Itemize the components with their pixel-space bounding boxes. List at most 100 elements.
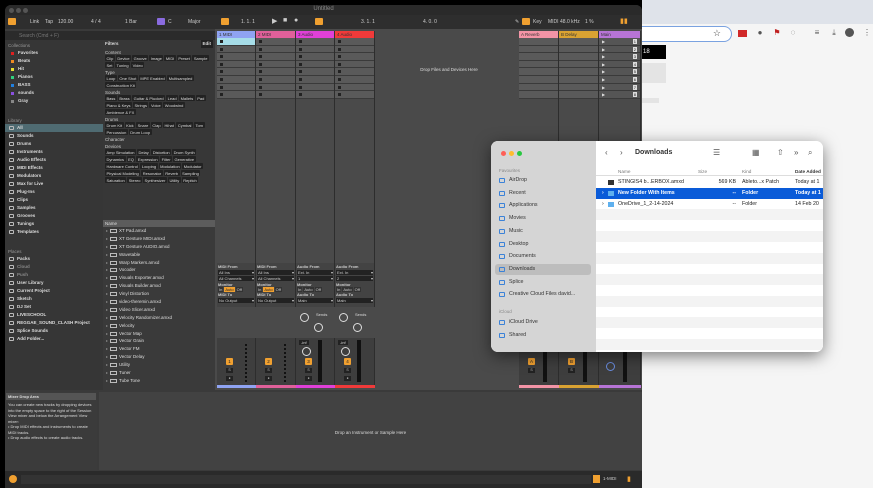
file-row[interactable]: › New Folder With Items -- Folder Today at 1 bbox=[596, 187, 823, 199]
filter-tag[interactable]: Bass bbox=[105, 95, 117, 101]
expand-arrow-icon[interactable]: ▸ bbox=[106, 337, 108, 345]
monitor-off-button[interactable]: Off bbox=[314, 287, 322, 292]
search-icon[interactable]: ⌕ bbox=[808, 148, 812, 158]
clip-stop-button[interactable] bbox=[259, 40, 262, 43]
clip-slot[interactable] bbox=[217, 91, 255, 99]
volume-field[interactable]: -inf bbox=[299, 340, 309, 345]
library-item[interactable]: Tunings bbox=[5, 220, 103, 228]
scene-slot[interactable] bbox=[519, 83, 558, 92]
track-activator-button[interactable]: 1 bbox=[226, 358, 233, 365]
arm-button[interactable]: ● bbox=[305, 376, 312, 381]
scene-slot[interactable]: ▶ 5 bbox=[599, 68, 640, 76]
clip-stop-button[interactable] bbox=[259, 85, 262, 89]
track-activator-button[interactable]: 3 bbox=[305, 358, 312, 365]
browser-search-input[interactable]: Search (Cmd + F) bbox=[5, 31, 215, 40]
more-icon[interactable]: » bbox=[794, 148, 798, 157]
scene-slot[interactable] bbox=[559, 38, 598, 46]
clip-slot[interactable] bbox=[256, 91, 295, 99]
scene-slot[interactable] bbox=[519, 60, 558, 69]
browser-list-item[interactable]: ▸ Vector Map bbox=[103, 330, 215, 338]
filter-tag[interactable]: Tom bbox=[193, 122, 205, 128]
filter-tag[interactable]: Looping bbox=[140, 163, 158, 169]
track-header[interactable]: 3 Audio bbox=[296, 31, 335, 38]
session-view-icon[interactable]: ▮▮ bbox=[620, 17, 628, 25]
library-item[interactable]: Samples bbox=[5, 204, 103, 212]
filter-tag[interactable]: Synthesizer bbox=[143, 177, 167, 183]
expand-arrow-icon[interactable]: ▸ bbox=[106, 322, 108, 330]
clip-stop-button[interactable] bbox=[259, 47, 262, 51]
group-icon[interactable]: ▦ bbox=[752, 148, 760, 157]
expand-arrow-icon[interactable]: ▸ bbox=[106, 353, 108, 361]
automation-arm-button[interactable] bbox=[315, 18, 323, 25]
arm-button[interactable]: ● bbox=[265, 376, 272, 381]
address-bar[interactable]: ☆ bbox=[642, 26, 732, 42]
places-item[interactable]: LIVESCHOOL bbox=[5, 311, 103, 319]
browser-list-item[interactable]: ▸ Video Slicer.amxd bbox=[103, 306, 215, 314]
places-item[interactable]: REGGAE_SOUND_CLASH Project bbox=[5, 319, 103, 327]
places-item[interactable]: Current Project bbox=[5, 287, 103, 295]
extensions-puzzle-icon[interactable]: ◌ bbox=[788, 28, 798, 38]
sidebar-music[interactable]: Music bbox=[495, 226, 591, 237]
sidebar-splice[interactable]: Splice bbox=[495, 277, 591, 288]
library-item[interactable]: Audio Effects bbox=[5, 156, 103, 164]
places-item[interactable]: Push bbox=[5, 271, 103, 279]
send-a-knob[interactable] bbox=[300, 313, 309, 322]
places-item[interactable]: User Library bbox=[5, 279, 103, 287]
clip-stop-button[interactable] bbox=[299, 77, 302, 81]
monitor-off-button[interactable]: Off bbox=[353, 287, 361, 292]
filter-tag[interactable]: Voice bbox=[149, 102, 163, 108]
midi-track-icon[interactable] bbox=[593, 475, 600, 483]
library-item[interactable]: Drums bbox=[5, 140, 103, 148]
expand-arrow-icon[interactable]: ▸ bbox=[106, 377, 108, 385]
input-channel-select[interactable]: All Channels ▾ bbox=[218, 276, 254, 281]
expand-arrow-icon[interactable]: ▸ bbox=[106, 227, 108, 235]
filter-tag[interactable]: Piano & Keys bbox=[105, 102, 133, 108]
arm-button[interactable]: ● bbox=[344, 376, 351, 381]
places-item[interactable]: Cloud bbox=[5, 263, 103, 271]
sidebar-downloads[interactable]: Downloads bbox=[495, 263, 591, 275]
stop-button[interactable]: ■ bbox=[283, 17, 287, 24]
filter-tag[interactable]: Tuning bbox=[115, 62, 131, 68]
clip-slot[interactable] bbox=[335, 53, 374, 61]
clip-slot[interactable] bbox=[217, 75, 255, 84]
expand-arrow-icon[interactable]: ▸ bbox=[106, 330, 108, 338]
places-item[interactable]: Packs bbox=[5, 255, 103, 263]
input-type-select[interactable]: Ext. In ▾ bbox=[336, 270, 373, 275]
output-select[interactable]: Main ▾ bbox=[297, 298, 333, 303]
clip-slot[interactable] bbox=[217, 68, 255, 76]
monitor-off-button[interactable]: Off bbox=[235, 287, 243, 292]
scene-slot[interactable] bbox=[519, 38, 558, 46]
browser-list-item[interactable]: ▸ Velocity bbox=[103, 322, 215, 330]
browser-list-item[interactable]: ▸ Vinyl Distortion bbox=[103, 290, 215, 298]
browser-list-item[interactable]: ▸ Visuals Builder.amxd bbox=[103, 282, 215, 290]
return-activator-button[interactable]: B bbox=[568, 358, 575, 365]
clip-slot[interactable] bbox=[256, 83, 295, 92]
bookmark-star-icon[interactable]: ☆ bbox=[713, 28, 721, 39]
filter-tag[interactable]: Sample bbox=[192, 55, 209, 61]
solo-button[interactable]: S bbox=[568, 368, 575, 373]
scene-slot[interactable]: ▶ 7 bbox=[599, 83, 640, 92]
scene-slot[interactable] bbox=[559, 53, 598, 61]
scene-launch-icon[interactable]: ▶ bbox=[602, 69, 605, 74]
library-item[interactable]: All bbox=[5, 124, 103, 132]
clip-slot[interactable] bbox=[335, 75, 374, 84]
pan-knob[interactable] bbox=[341, 347, 350, 356]
clip-slot[interactable] bbox=[256, 53, 295, 61]
expand-arrow-icon[interactable]: ▸ bbox=[106, 314, 108, 322]
clip-stop-button[interactable] bbox=[259, 70, 262, 74]
input-type-select[interactable]: Ext. In ▾ bbox=[297, 270, 333, 275]
output-select[interactable]: No Output ▾ bbox=[257, 298, 294, 303]
scene-launch-icon[interactable]: ▶ bbox=[602, 47, 605, 52]
record-button[interactable]: ● bbox=[294, 17, 298, 24]
filter-tag[interactable]: Repitch bbox=[181, 177, 199, 183]
clip-stop-button[interactable] bbox=[259, 93, 262, 97]
scene-slot[interactable] bbox=[519, 91, 558, 99]
browser-list-item[interactable]: ▸ Visuals Exporter.amxd bbox=[103, 274, 215, 282]
scene-launch-icon[interactable]: ▶ bbox=[602, 62, 605, 67]
arm-button[interactable]: ● bbox=[226, 376, 233, 381]
track-header[interactable]: 1 MIDI bbox=[217, 31, 256, 38]
expand-arrow-icon[interactable]: ▸ bbox=[106, 345, 108, 353]
clip-slot[interactable] bbox=[256, 75, 295, 84]
input-channel-select[interactable]: 1 ▾ bbox=[297, 276, 333, 281]
clip-slot[interactable] bbox=[217, 60, 255, 69]
